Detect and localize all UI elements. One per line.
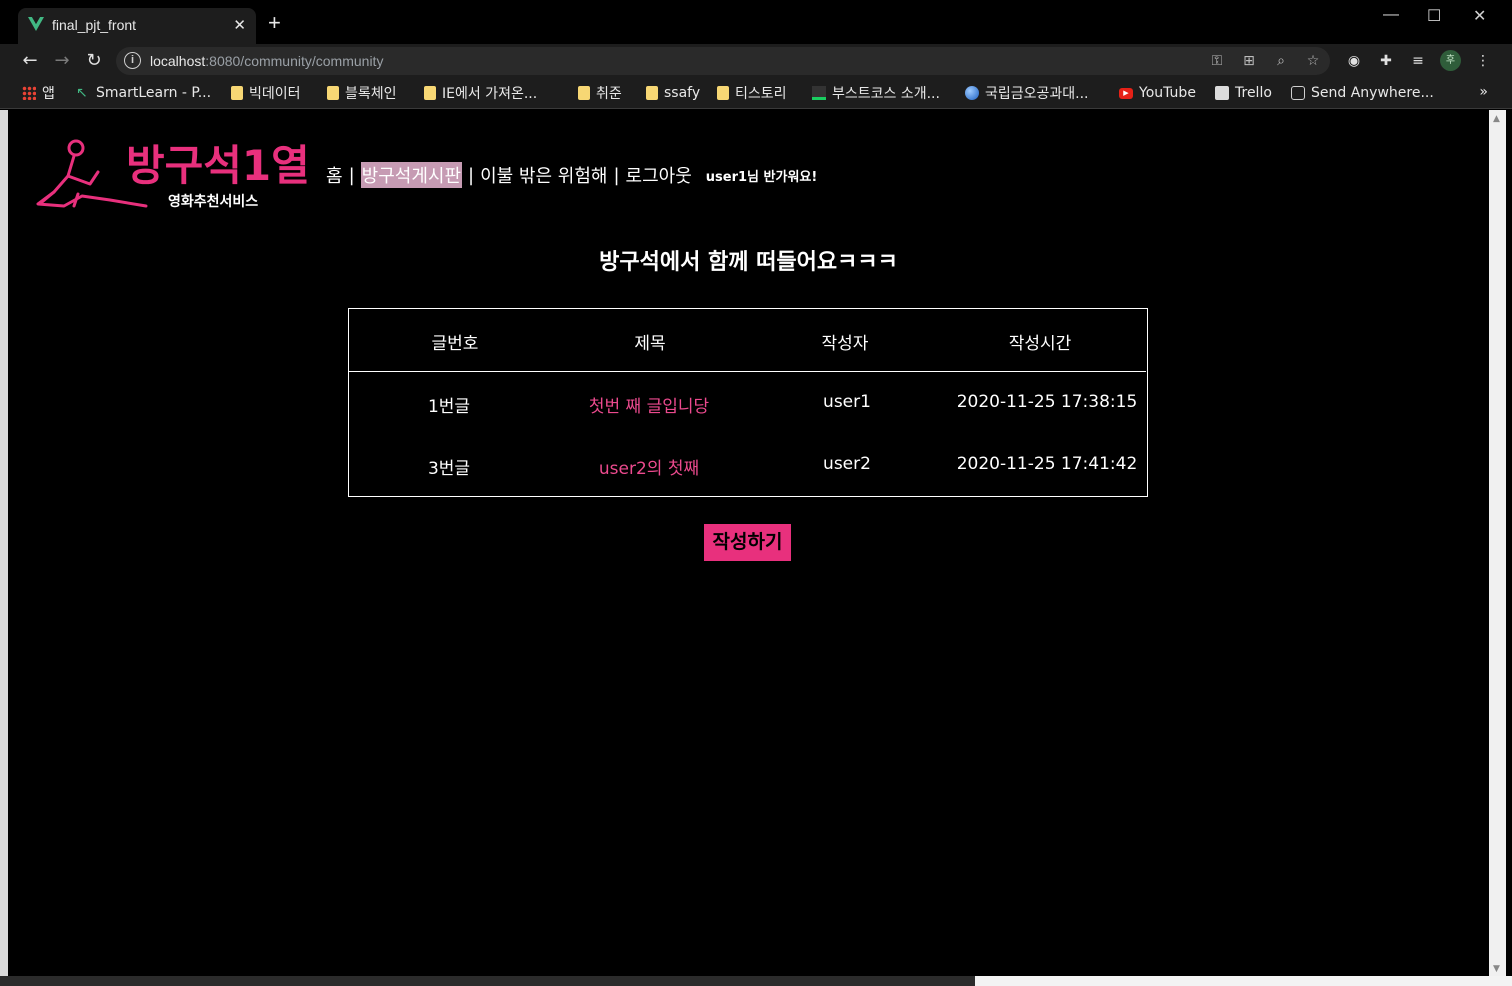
row-author: user1 xyxy=(823,392,871,412)
nav-separator: | xyxy=(348,164,355,186)
bookmark-smartlearn[interactable]: ↖ SmartLearn - P... xyxy=(76,84,211,102)
reload-icon[interactable]: ↻ xyxy=(83,50,105,72)
bookmark-kumoh[interactable]: 국립금오공과대... xyxy=(965,84,1089,102)
media-queue-icon[interactable]: ≡ xyxy=(1409,52,1427,70)
nav-board-link[interactable]: 방구석게시판 xyxy=(360,162,462,188)
tab-close-icon[interactable]: ✕ xyxy=(233,16,246,34)
new-tab-button[interactable]: + xyxy=(268,12,281,34)
maximize-icon[interactable]: ☐ xyxy=(1427,6,1441,26)
background-panel xyxy=(975,976,1512,986)
bookmark-star-icon[interactable]: ☆ xyxy=(1304,52,1322,70)
vertical-scrollbar[interactable]: ▲ ▼ xyxy=(1489,110,1506,976)
logo-title: 방구석1열 xyxy=(126,141,310,190)
header-time: 작성시간 xyxy=(1008,334,1072,354)
folder-icon xyxy=(717,86,729,100)
background-window-edge xyxy=(0,110,8,976)
browser-tab[interactable]: final_pjt_front ✕ xyxy=(18,8,256,44)
tab-title: final_pjt_front xyxy=(52,17,137,33)
header-author: 작성자 xyxy=(821,334,869,354)
browser-window: final_pjt_front ✕ + — ☐ ✕ ← → ↻ i localh… xyxy=(0,0,1512,986)
scroll-up-icon[interactable]: ▲ xyxy=(1493,114,1500,124)
browser-toolbar: ← → ↻ i localhost:8080/community/communi… xyxy=(0,44,1512,78)
boostcourse-icon xyxy=(812,86,826,100)
bookmark-boostcourse[interactable]: 부스트코스 소개... xyxy=(812,84,940,102)
nav-logout-link[interactable]: 로그아웃 xyxy=(626,162,692,188)
folder-icon xyxy=(231,86,243,100)
nav-separator: | xyxy=(468,164,475,186)
user-greeting: user1님 반가워요! xyxy=(705,169,818,185)
extensions-puzzle-icon[interactable]: ✚ xyxy=(1377,52,1395,70)
bookmark-apps[interactable]: 앱 xyxy=(22,84,55,102)
scroll-down-icon[interactable]: ▼ xyxy=(1493,964,1500,974)
trello-icon xyxy=(1215,86,1229,100)
folder-icon xyxy=(327,86,339,100)
bookmark-folder-blockchain[interactable]: 블록체인 xyxy=(327,84,397,102)
row-number: 3번글 xyxy=(427,459,471,479)
bookmark-send-anywhere[interactable]: Send Anywhere... xyxy=(1291,84,1434,102)
youtube-icon: ▶ xyxy=(1119,87,1133,99)
bookmark-folder-bigdata[interactable]: 빅데이터 xyxy=(231,84,301,102)
translate-icon[interactable]: ⊞ xyxy=(1240,52,1258,70)
main-nav: 홈 | 방구석게시판 | 이불 밖은 위험해 | 로그아웃 user1님 반가워… xyxy=(326,162,817,188)
vue-favicon-icon xyxy=(28,17,44,31)
row-title-link[interactable]: 첫번 째 글입니당 xyxy=(549,392,749,417)
taskbar-strip xyxy=(0,976,1512,986)
community-table: 글번호 제목 작성자 작성시간 1번글 첫번 째 글입니당 user1 2020… xyxy=(348,308,1148,497)
nav-home-link[interactable]: 홈 xyxy=(326,162,343,188)
send-anywhere-icon xyxy=(1291,86,1305,100)
site-logo[interactable]: 방구석1열 영화추천서비스 xyxy=(34,136,314,212)
zoom-icon[interactable]: ⌕ xyxy=(1272,52,1290,70)
bookmark-folder-ie[interactable]: IE에서 가져온... xyxy=(424,84,537,102)
tab-strip: final_pjt_front ✕ + — ☐ ✕ xyxy=(0,0,1512,44)
globe-icon xyxy=(965,86,979,100)
row-time: 2020-11-25 17:41:42 xyxy=(956,454,1138,474)
menu-kebab-icon[interactable]: ⋮ xyxy=(1474,52,1492,70)
bookmarks-bar: 앱 ↖ SmartLearn - P... 빅데이터 블록체인 IE에서 가져온… xyxy=(0,78,1512,109)
address-bar[interactable]: i localhost:8080/community/community ⚿ ⊞… xyxy=(116,47,1330,75)
folder-icon xyxy=(646,86,658,100)
bookmark-youtube[interactable]: ▶ YouTube xyxy=(1119,84,1196,102)
smartlearn-icon: ↖ xyxy=(76,85,88,101)
back-icon[interactable]: ← xyxy=(19,50,41,72)
forward-icon[interactable]: → xyxy=(51,50,73,72)
minimize-icon[interactable]: — xyxy=(1383,6,1399,24)
site-info-icon[interactable]: i xyxy=(124,52,141,69)
profile-avatar[interactable]: 후 xyxy=(1440,50,1461,71)
logo-subtitle: 영화추천서비스 xyxy=(168,193,258,210)
window-close-icon[interactable]: ✕ xyxy=(1473,6,1486,26)
extension-globe-icon[interactable]: ◉ xyxy=(1345,52,1363,70)
row-author: user2 xyxy=(823,454,871,474)
row-number: 1번글 xyxy=(427,397,471,417)
bookmark-folder-ssafy[interactable]: ssafy xyxy=(646,84,700,102)
folder-icon xyxy=(578,86,590,100)
apps-grid-icon xyxy=(22,86,36,100)
bookmark-folder-job[interactable]: 취준 xyxy=(578,84,622,102)
bookmarks-overflow-icon[interactable]: » xyxy=(1479,84,1488,100)
folder-icon xyxy=(424,86,436,100)
nav-quiz-link[interactable]: 이불 밖은 위험해 xyxy=(480,162,607,188)
row-title-link[interactable]: user2의 첫째 xyxy=(549,454,749,479)
page-title: 방구석에서 함께 떠들어요ㅋㅋㅋ xyxy=(599,250,898,275)
write-post-button[interactable]: 작성하기 xyxy=(704,524,791,561)
header-title: 제목 xyxy=(634,334,666,354)
table-header: 글번호 제목 작성자 작성시간 xyxy=(349,309,1146,372)
key-icon[interactable]: ⚿ xyxy=(1208,52,1226,70)
nav-separator: | xyxy=(613,164,620,186)
url-text[interactable]: localhost:8080/community/community xyxy=(150,53,383,69)
bookmark-trello[interactable]: Trello xyxy=(1215,84,1272,102)
row-time: 2020-11-25 17:38:15 xyxy=(956,392,1138,412)
bookmark-folder-tistory[interactable]: 티스토리 xyxy=(717,84,787,102)
page-viewport: 방구석1열 영화추천서비스 홈 | 방구석게시판 | 이불 밖은 위험해 | 로… xyxy=(8,110,1489,976)
header-number: 글번호 xyxy=(431,334,479,354)
